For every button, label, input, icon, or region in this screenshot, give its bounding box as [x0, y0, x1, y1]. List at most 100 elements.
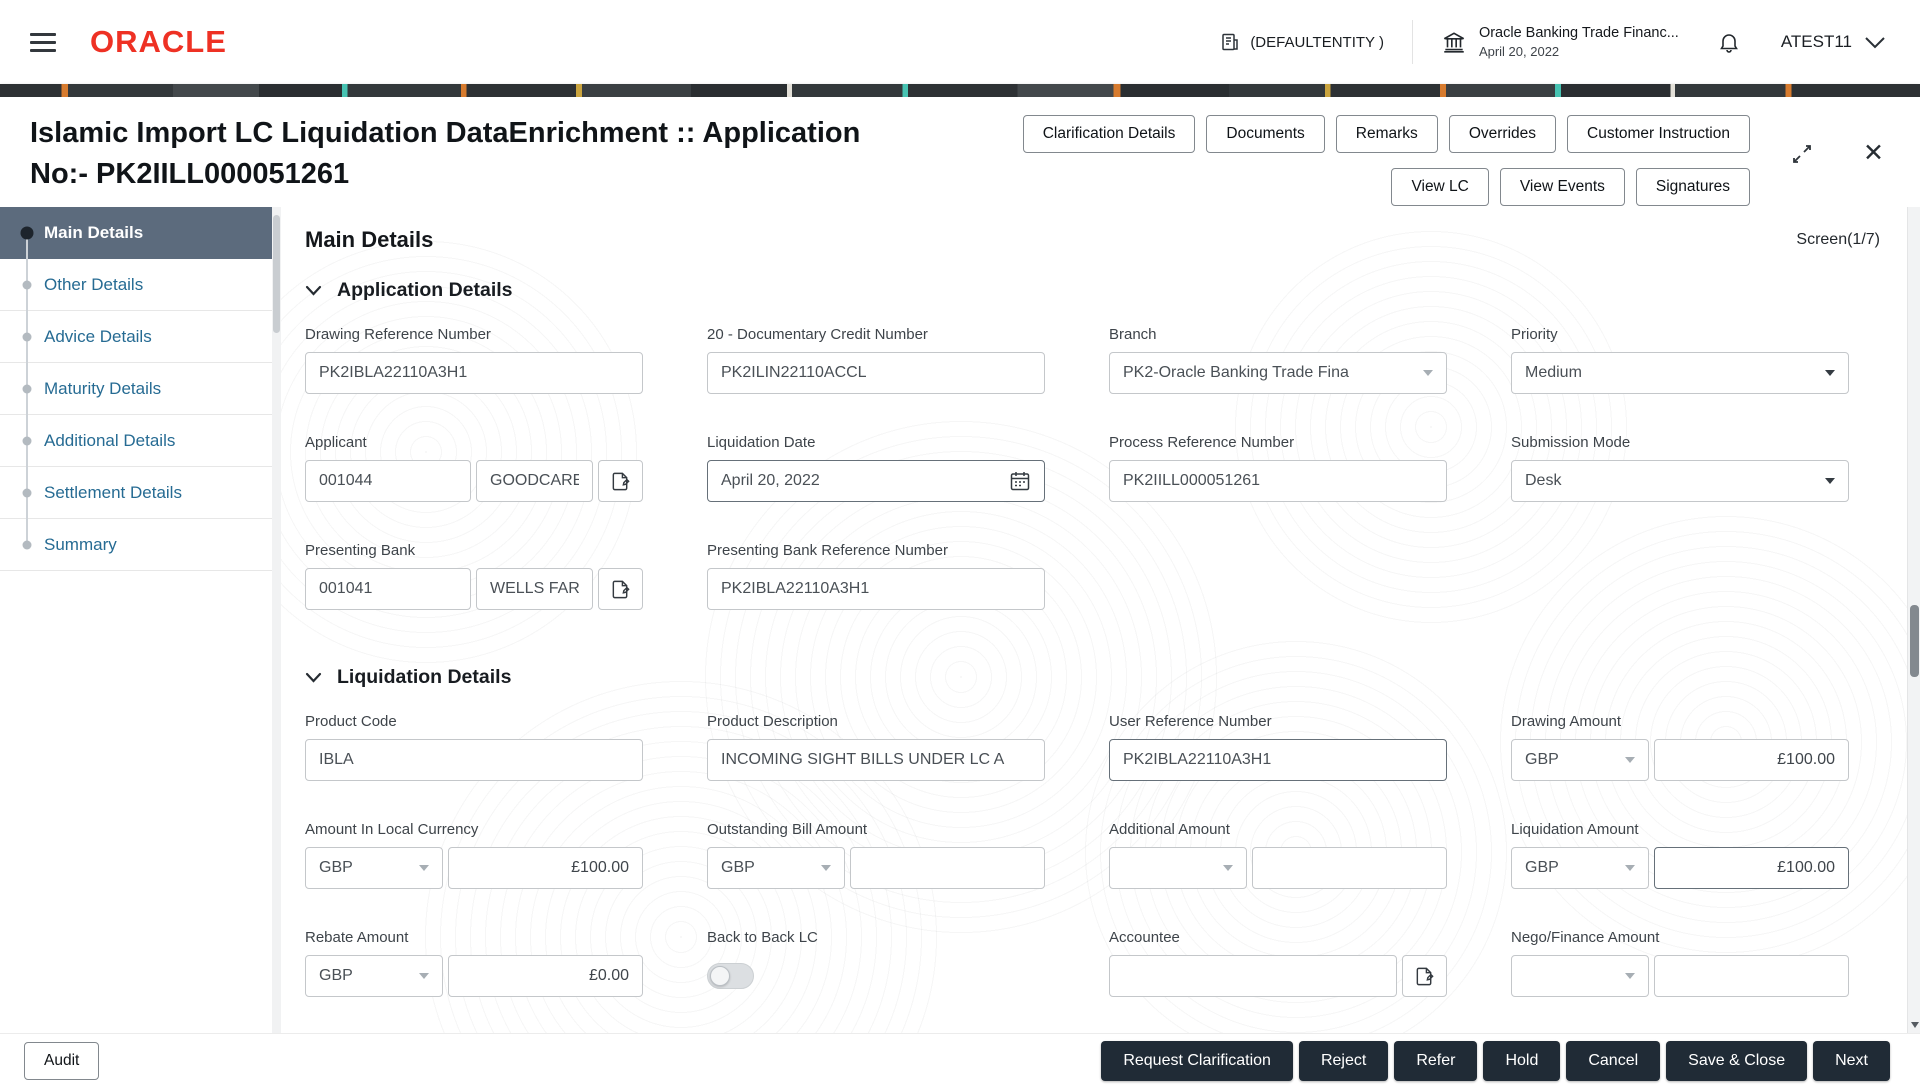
hamburger-menu-icon[interactable]	[26, 29, 60, 56]
applicant-code-input[interactable]	[305, 460, 471, 502]
additional-amount-input[interactable]	[1252, 847, 1447, 889]
amount-input[interactable]	[1668, 859, 1835, 877]
accountee-lookup-button[interactable]	[1402, 955, 1447, 997]
customer-instruction-button[interactable]: Customer Instruction	[1567, 115, 1750, 153]
signatures-button[interactable]: Signatures	[1635, 168, 1750, 206]
amount-input[interactable]	[1668, 967, 1835, 985]
liquidation-amount-input[interactable]	[1654, 847, 1849, 889]
user-menu[interactable]: ATEST11	[1781, 32, 1886, 52]
next-button[interactable]: Next	[1813, 1040, 1890, 1081]
clarification-details-button[interactable]: Clarification Details	[1022, 115, 1196, 153]
local-amount-input[interactable]	[448, 847, 643, 889]
scrollbar-thumb[interactable]	[1910, 605, 1919, 677]
product-code-input[interactable]	[305, 739, 643, 781]
rebate-amount-currency-select[interactable]: GBP	[305, 955, 443, 997]
cancel-button[interactable]: Cancel	[1566, 1040, 1661, 1081]
applicant-name-input[interactable]	[476, 460, 593, 502]
remarks-button[interactable]: Remarks	[1335, 115, 1438, 153]
nego-amount-input[interactable]	[1654, 955, 1849, 997]
text-input[interactable]	[721, 580, 1031, 598]
branch-selector[interactable]: Oracle Banking Trade Financ... April 20,…	[1441, 25, 1679, 59]
additional-amount-currency-select[interactable]	[1109, 847, 1247, 889]
reject-button[interactable]: Reject	[1298, 1040, 1389, 1081]
documents-button[interactable]: Documents	[1206, 115, 1325, 153]
text-input[interactable]	[319, 580, 457, 598]
audit-button[interactable]: Audit	[24, 1041, 100, 1080]
priority-select[interactable]: Medium	[1511, 352, 1849, 394]
text-input[interactable]	[1123, 472, 1433, 490]
view-events-button[interactable]: View Events	[1499, 168, 1625, 206]
sidebar-item-main-details[interactable]: Main Details	[0, 207, 272, 259]
back-to-back-toggle[interactable]	[707, 963, 754, 989]
outstanding-amount-currency-select[interactable]: GBP	[707, 847, 845, 889]
text-input[interactable]	[319, 364, 629, 382]
presenting-bank-reference-input[interactable]	[707, 568, 1045, 610]
liquidation-date-input[interactable]	[707, 460, 1045, 502]
rebate-amount-input[interactable]	[448, 955, 643, 997]
field-label: Applicant	[305, 434, 367, 451]
text-input[interactable]	[721, 751, 1031, 769]
field-back-to-back-lc: Back to Back LC	[707, 929, 1045, 997]
liquidation-details-toggle[interactable]: Liquidation Details	[305, 666, 1880, 689]
text-input[interactable]	[490, 580, 579, 598]
sidebar-item-advice-details[interactable]: Advice Details	[0, 311, 272, 363]
local-amount-currency-select[interactable]: GBP	[305, 847, 443, 889]
text-input[interactable]	[319, 751, 629, 769]
chevron-down-icon	[1825, 370, 1835, 376]
notifications-button[interactable]	[1713, 26, 1745, 58]
application-details-toggle[interactable]: Application Details	[305, 279, 1880, 302]
drawing-amount-currency-select[interactable]: GBP	[1511, 739, 1649, 781]
liquidation-amount-currency-select[interactable]: GBP	[1511, 847, 1649, 889]
text-input[interactable]	[721, 364, 1031, 382]
main-panel: Main Details Screen(1/7) Application Det…	[281, 207, 1920, 1033]
accountee-input[interactable]	[1109, 955, 1397, 997]
close-button[interactable]: ✕	[1861, 139, 1886, 168]
entity-selector[interactable]: (DEFAULTENTITY )	[1220, 32, 1384, 52]
expand-button[interactable]	[1789, 141, 1815, 167]
sidebar-item-other-details[interactable]: Other Details	[0, 259, 272, 311]
inner-scrollbar-thumb[interactable]	[273, 215, 280, 333]
applicant-lookup-button[interactable]	[598, 460, 643, 502]
nego-amount-currency-select[interactable]	[1511, 955, 1649, 997]
amount-input[interactable]	[462, 859, 629, 877]
text-input[interactable]	[1123, 751, 1433, 769]
product-description-input[interactable]	[707, 739, 1045, 781]
request-clarification-button[interactable]: Request Clarification	[1101, 1040, 1293, 1081]
save-close-button[interactable]: Save & Close	[1666, 1040, 1808, 1081]
branch-select[interactable]: PK2-Oracle Banking Trade Fina	[1109, 352, 1447, 394]
refer-button[interactable]: Refer	[1394, 1040, 1478, 1081]
sidebar-item-maturity-details[interactable]: Maturity Details	[0, 363, 272, 415]
submission-mode-select[interactable]: Desk	[1511, 460, 1849, 502]
outstanding-amount-input[interactable]	[850, 847, 1045, 889]
amount-input[interactable]	[1266, 859, 1433, 877]
presenting-bank-name-input[interactable]	[476, 568, 593, 610]
text-input[interactable]	[1123, 967, 1383, 985]
presenting-bank-code-input[interactable]	[305, 568, 471, 610]
sidebar-item-additional-details[interactable]: Additional Details	[0, 415, 272, 467]
text-input[interactable]	[319, 472, 457, 490]
field-label: Priority	[1511, 326, 1558, 343]
presenting-bank-lookup-button[interactable]	[598, 568, 643, 610]
user-reference-input[interactable]	[1109, 739, 1447, 781]
hold-button[interactable]: Hold	[1483, 1040, 1561, 1081]
view-lc-button[interactable]: View LC	[1391, 168, 1489, 206]
text-input[interactable]	[490, 472, 579, 490]
sidebar-item-settlement-details[interactable]: Settlement Details	[0, 467, 272, 519]
application-window: ORACLE (DEFAULTENTITY ) Oracle Banking T…	[0, 0, 1920, 1087]
additional-amount-controls	[1109, 847, 1447, 889]
vertical-scrollbar[interactable]	[1907, 207, 1920, 1033]
select-value: GBP	[319, 859, 353, 876]
amount-input[interactable]	[864, 859, 1031, 877]
calendar-icon[interactable]	[1009, 470, 1031, 492]
scroll-down-arrow[interactable]	[1910, 1022, 1919, 1028]
process-reference-input[interactable]	[1109, 460, 1447, 502]
inner-scrollbar[interactable]	[272, 207, 281, 1033]
drawing-amount-input[interactable]	[1654, 739, 1849, 781]
sidebar-item-summary[interactable]: Summary	[0, 519, 272, 571]
documentary-credit-input[interactable]	[707, 352, 1045, 394]
overrides-button[interactable]: Overrides	[1448, 115, 1556, 153]
drawing-reference-input[interactable]	[305, 352, 643, 394]
amount-input[interactable]	[462, 967, 629, 985]
date-input[interactable]	[721, 472, 1001, 490]
amount-input[interactable]	[1668, 751, 1835, 769]
